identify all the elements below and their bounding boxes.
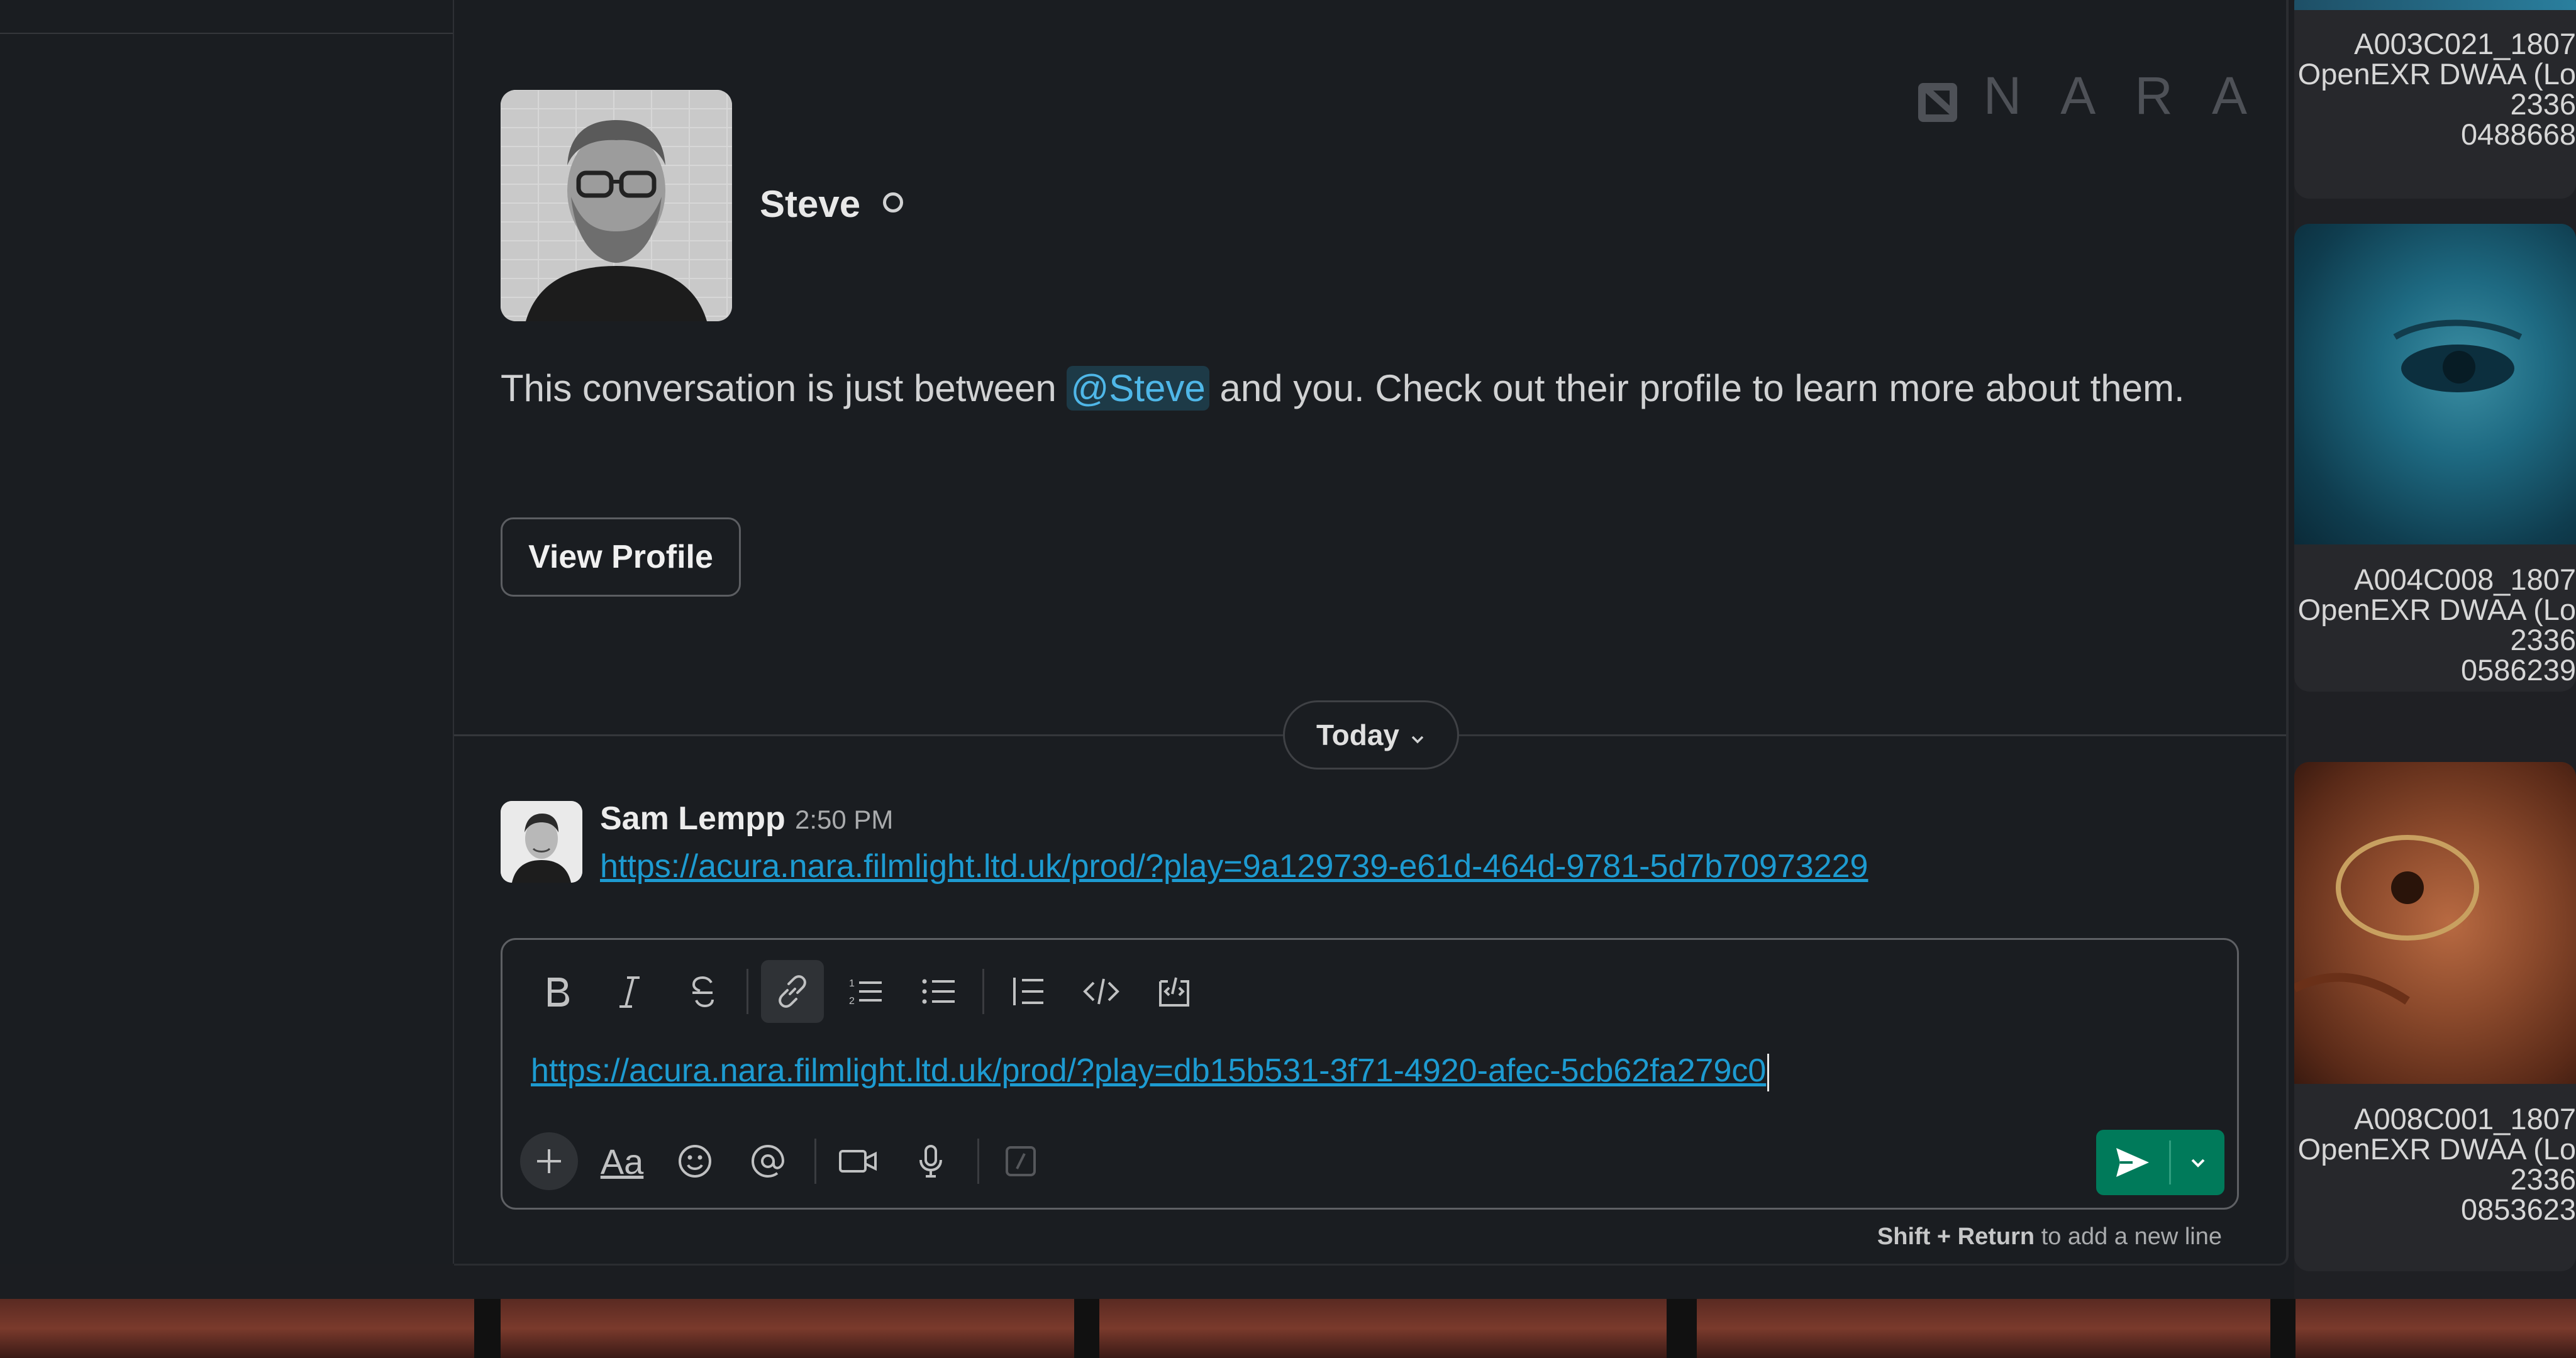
slash-command-icon[interactable] [992, 1132, 1050, 1190]
clip-card[interactable]: A008C001_1807 OpenEXR DWAA (Lo 2336 0853… [2294, 762, 2576, 1271]
clip-card[interactable]: A004C008_1807 OpenEXR DWAA (Lo 2336 0586… [2294, 224, 2576, 692]
strip-thumbnail[interactable] [2296, 1299, 2576, 1358]
text-caret [1767, 1054, 1770, 1092]
profile-name[interactable]: Steve [760, 182, 860, 226]
watermark-text: NARA [1983, 65, 2286, 125]
strikethrough-icon[interactable] [671, 960, 734, 1023]
toolbar-separator [747, 969, 748, 1014]
bulleted-list-icon[interactable] [907, 960, 970, 1023]
message-author[interactable]: Sam Lempp [600, 800, 786, 837]
clip-format: OpenEXR DWAA (Lo [2297, 593, 2576, 626]
clip-frames: 2336 [2510, 623, 2576, 656]
clip-id: 0853623 [2461, 1193, 2576, 1226]
clip-name: A004C008_1807 [2354, 563, 2576, 596]
composer-value: https://acura.nara.filmlight.ltd.uk/prod… [531, 1052, 1767, 1089]
video-clip-icon[interactable] [829, 1132, 887, 1190]
user-mention[interactable]: @Steve [1067, 366, 1209, 411]
strip-thumbnail[interactable] [1099, 1299, 1667, 1358]
clip-thumbnail[interactable] [2294, 224, 2576, 544]
text-format-button[interactable]: Aa [593, 1132, 651, 1190]
emoji-icon[interactable] [666, 1132, 724, 1190]
clip-card[interactable]: A003C021_1807 OpenEXR DWAA (Lo 2336 0488… [2294, 0, 2576, 199]
microphone-icon[interactable] [902, 1132, 960, 1190]
toolbar-separator [982, 969, 984, 1014]
strip-thumbnail[interactable] [0, 1299, 474, 1358]
code-icon[interactable] [1070, 960, 1133, 1023]
conversation-pane: NARA Steve This conversation is just bet… [454, 0, 2289, 1266]
clip-name: A003C021_1807 [2354, 27, 2576, 60]
send-button[interactable] [2096, 1130, 2224, 1195]
code-block-icon[interactable] [1143, 960, 1206, 1023]
hint-shortcut: Shift + Return [1877, 1223, 2035, 1250]
clip-thumbnail[interactable] [2294, 0, 2576, 10]
svg-text:1: 1 [849, 978, 855, 989]
sidebar [0, 0, 454, 1264]
profile-photo[interactable] [501, 90, 732, 321]
message-timestamp[interactable]: 2:50 PM [795, 805, 893, 835]
composer-hint: Shift + Return to add a new line [1877, 1223, 2222, 1250]
toolbar-separator [977, 1139, 979, 1184]
link-icon[interactable] [761, 960, 824, 1023]
clip-format: OpenEXR DWAA (Lo [2297, 1132, 2576, 1166]
clip-thumbnail[interactable] [2294, 762, 2576, 1084]
toolbar-separator [814, 1139, 816, 1184]
sidebar-divider [0, 33, 453, 34]
plus-icon[interactable] [520, 1132, 578, 1190]
nara-watermark: NARA [1917, 66, 2286, 125]
conversation-intro: This conversation is just between @Steve… [501, 357, 2199, 420]
intro-text-end: and you. Check out their profile to lear… [1209, 367, 2185, 409]
message-composer[interactable]: 12 https://acura.nara.filmlight.ltd.uk/p… [501, 938, 2239, 1210]
ordered-list-icon[interactable]: 12 [834, 960, 897, 1023]
send-icon[interactable] [2096, 1145, 2169, 1179]
date-divider-button[interactable]: Today [1283, 700, 1459, 770]
italic-icon[interactable] [598, 960, 661, 1023]
composer-actions: Aa [520, 1132, 1065, 1190]
intro-text-start: This conversation is just between [501, 367, 1067, 409]
svg-text:2: 2 [849, 996, 855, 1007]
chevron-down-icon [1409, 718, 1426, 752]
bold-icon[interactable] [525, 960, 588, 1023]
text-format-label: Aa [600, 1141, 644, 1181]
composer-input[interactable]: https://acura.nara.filmlight.ltd.uk/prod… [531, 1052, 1770, 1092]
thumbnail-strip [0, 1299, 2576, 1358]
formatting-toolbar: 12 [525, 960, 1216, 1023]
view-profile-button[interactable]: View Profile [501, 517, 741, 597]
chevron-down-icon[interactable] [2171, 1156, 2224, 1169]
date-divider-label: Today [1316, 719, 1400, 751]
clip-id: 0488668 [2461, 118, 2576, 151]
strip-thumbnail[interactable] [501, 1299, 1074, 1358]
nara-logo-icon [1917, 75, 1958, 122]
clip-name: A008C001_1807 [2354, 1102, 2576, 1135]
clip-frames: 2336 [2510, 1162, 2576, 1196]
presence-away-icon [883, 192, 903, 213]
clip-id: 0586239 [2461, 653, 2576, 687]
strip-thumbnail[interactable] [1697, 1299, 2270, 1358]
blockquote-icon[interactable] [997, 960, 1060, 1023]
message-avatar[interactable] [501, 801, 582, 883]
message-link[interactable]: https://acura.nara.filmlight.ltd.uk/prod… [600, 847, 1868, 885]
clip-panel: A003C021_1807 OpenEXR DWAA (Lo 2336 0488… [2294, 0, 2576, 1358]
clip-frames: 2336 [2510, 87, 2576, 121]
clip-format: OpenEXR DWAA (Lo [2297, 57, 2576, 91]
mention-icon[interactable] [739, 1132, 797, 1190]
hint-text: to add a new line [2035, 1223, 2222, 1250]
